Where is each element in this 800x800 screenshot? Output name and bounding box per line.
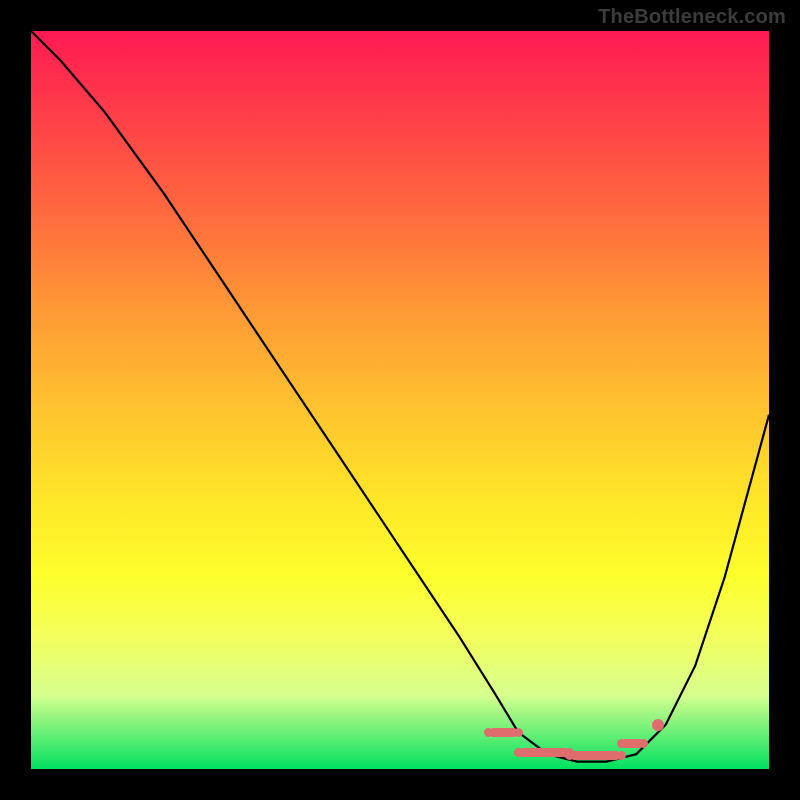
optimal-segment-cap	[484, 728, 493, 737]
chart-frame: TheBottleneck.com	[0, 0, 800, 800]
optimal-range-marker	[31, 31, 769, 769]
optimal-segment	[570, 751, 622, 760]
optimal-segment	[518, 748, 570, 757]
optimal-segment-cap	[639, 739, 648, 748]
plot-area	[31, 31, 769, 769]
optimal-end-dot	[652, 719, 664, 731]
watermark-text: TheBottleneck.com	[598, 6, 786, 29]
optimal-segment-cap	[514, 728, 523, 737]
optimal-segment-cap	[514, 748, 523, 757]
optimal-segment-cap	[617, 751, 626, 760]
optimal-segment-cap	[617, 739, 626, 748]
